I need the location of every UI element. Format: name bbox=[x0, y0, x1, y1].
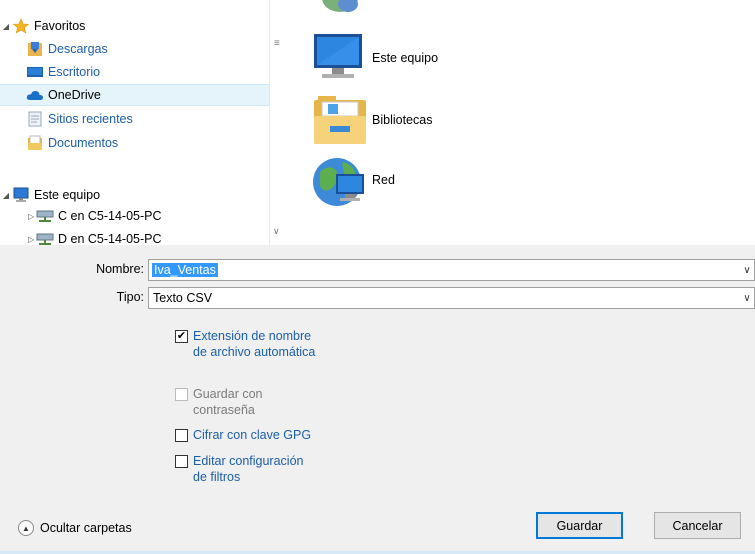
chevron-down-icon[interactable]: ∨ bbox=[740, 293, 754, 304]
item-este-equipo[interactable]: Este equipo bbox=[310, 28, 438, 88]
file-browser: ◢ Favoritos Descargas Escritorio OneDriv… bbox=[0, 0, 755, 245]
navigation-pane: ◢ Favoritos Descargas Escritorio OneDriv… bbox=[0, 0, 269, 245]
documents-folder-icon bbox=[26, 135, 44, 151]
nav-favorites[interactable]: ◢ Favoritos bbox=[0, 15, 269, 37]
item-label: Este equipo bbox=[372, 51, 439, 65]
option-label: Guardar con contraseña bbox=[193, 387, 263, 417]
expand-arrow-icon[interactable]: ◢ bbox=[0, 22, 12, 31]
option-label: Editar configuración de filtros bbox=[193, 454, 304, 484]
recent-places-icon bbox=[26, 111, 44, 127]
nav-label: Documentos bbox=[48, 136, 119, 150]
save-button[interactable]: Guardar bbox=[536, 512, 623, 539]
nav-label: C en C5-14-05-PC bbox=[58, 209, 162, 223]
content-pane: Este equipo Bibliotecas Red bbox=[290, 0, 755, 245]
option-editar-filtros[interactable]: Editar configuración de filtros bbox=[175, 453, 303, 485]
nav-item-descargas[interactable]: Descargas bbox=[0, 38, 269, 60]
nav-label: Sitios recientes bbox=[48, 112, 133, 126]
item-label: Bibliotecas bbox=[372, 113, 433, 127]
computer-icon bbox=[310, 28, 370, 88]
nav-item-onedrive[interactable]: OneDrive bbox=[0, 84, 269, 106]
checkbox-unchecked[interactable] bbox=[175, 429, 188, 442]
nav-item-drive-d[interactable]: ▷ D en C5-14-05-PC bbox=[0, 228, 269, 245]
chevron-up-icon: ▲ bbox=[18, 520, 34, 536]
checkbox-disabled bbox=[175, 388, 188, 401]
desktop-icon bbox=[26, 64, 44, 80]
option-label: Extensión de nombre de archivo automátic… bbox=[193, 329, 316, 359]
nav-label: Favoritos bbox=[34, 19, 86, 33]
checkbox-unchecked[interactable] bbox=[175, 455, 188, 468]
libraries-folder-icon bbox=[310, 90, 370, 150]
tipo-label: Tipo: bbox=[116, 290, 144, 304]
file-type-value: Texto CSV bbox=[153, 291, 213, 305]
chevron-down-icon[interactable]: ∨ bbox=[273, 226, 280, 237]
hide-folders-toggle[interactable]: ▲ Ocultar carpetas bbox=[18, 520, 132, 536]
nav-label: Este equipo bbox=[34, 188, 101, 202]
nav-label: OneDrive bbox=[48, 88, 101, 102]
item-red[interactable]: Red bbox=[310, 150, 395, 210]
nav-scrollbar[interactable]: ≡ ∨ bbox=[269, 0, 286, 245]
nav-label: Descargas bbox=[48, 42, 108, 56]
downloads-folder-icon bbox=[26, 41, 44, 57]
nav-item-documentos[interactable]: Documentos bbox=[0, 132, 269, 154]
expand-arrow-icon[interactable]: ◢ bbox=[0, 191, 12, 200]
network-drive-icon bbox=[36, 231, 54, 245]
option-label: Cifrar con clave GPG bbox=[193, 428, 312, 442]
item-bibliotecas[interactable]: Bibliotecas bbox=[310, 90, 432, 150]
cloud-icon bbox=[26, 87, 44, 103]
scroll-grip-icon[interactable]: ≡ bbox=[274, 38, 280, 49]
item-label: Red bbox=[372, 173, 395, 187]
hide-folders-label: Ocultar carpetas bbox=[40, 521, 132, 535]
cancel-button[interactable]: Cancelar bbox=[654, 512, 741, 539]
file-name-value[interactable]: Iva_Ventas bbox=[152, 263, 218, 277]
collapsed-arrow-icon[interactable]: ▷ bbox=[28, 235, 34, 244]
file-name-input[interactable]: Iva_Ventas ∨ bbox=[148, 259, 755, 281]
nav-label: Escritorio bbox=[48, 65, 101, 79]
nav-item-escritorio[interactable]: Escritorio bbox=[0, 61, 269, 83]
save-options-panel: Nombre: Iva_Ventas ∨ Tipo: Texto CSV ∨ ✔… bbox=[0, 245, 755, 554]
file-type-select[interactable]: Texto CSV ∨ bbox=[148, 287, 755, 309]
nav-item-sitios-recientes[interactable]: Sitios recientes bbox=[0, 108, 269, 130]
option-cifrar-gpg[interactable]: Cifrar con clave GPG bbox=[175, 427, 311, 443]
network-globe-icon bbox=[310, 150, 370, 210]
nav-item-drive-c[interactable]: ▷ C en C5-14-05-PC bbox=[0, 205, 269, 227]
nav-label: D en C5-14-05-PC bbox=[58, 232, 162, 245]
computer-icon bbox=[12, 187, 30, 203]
nav-este-equipo[interactable]: ◢ Este equipo bbox=[0, 184, 269, 206]
checkbox-checked[interactable]: ✔ bbox=[175, 330, 188, 343]
option-extension-automatica[interactable]: ✔ Extensión de nombre de archivo automát… bbox=[175, 328, 315, 360]
partial-item-icon[interactable] bbox=[318, 0, 362, 14]
collapsed-arrow-icon[interactable]: ▷ bbox=[28, 212, 34, 221]
nombre-label: Nombre: bbox=[96, 262, 144, 276]
network-drive-icon bbox=[36, 208, 54, 224]
star-icon bbox=[12, 18, 30, 34]
chevron-down-icon[interactable]: ∨ bbox=[740, 265, 754, 276]
option-guardar-con-contrasena: Guardar con contraseña bbox=[175, 386, 262, 418]
